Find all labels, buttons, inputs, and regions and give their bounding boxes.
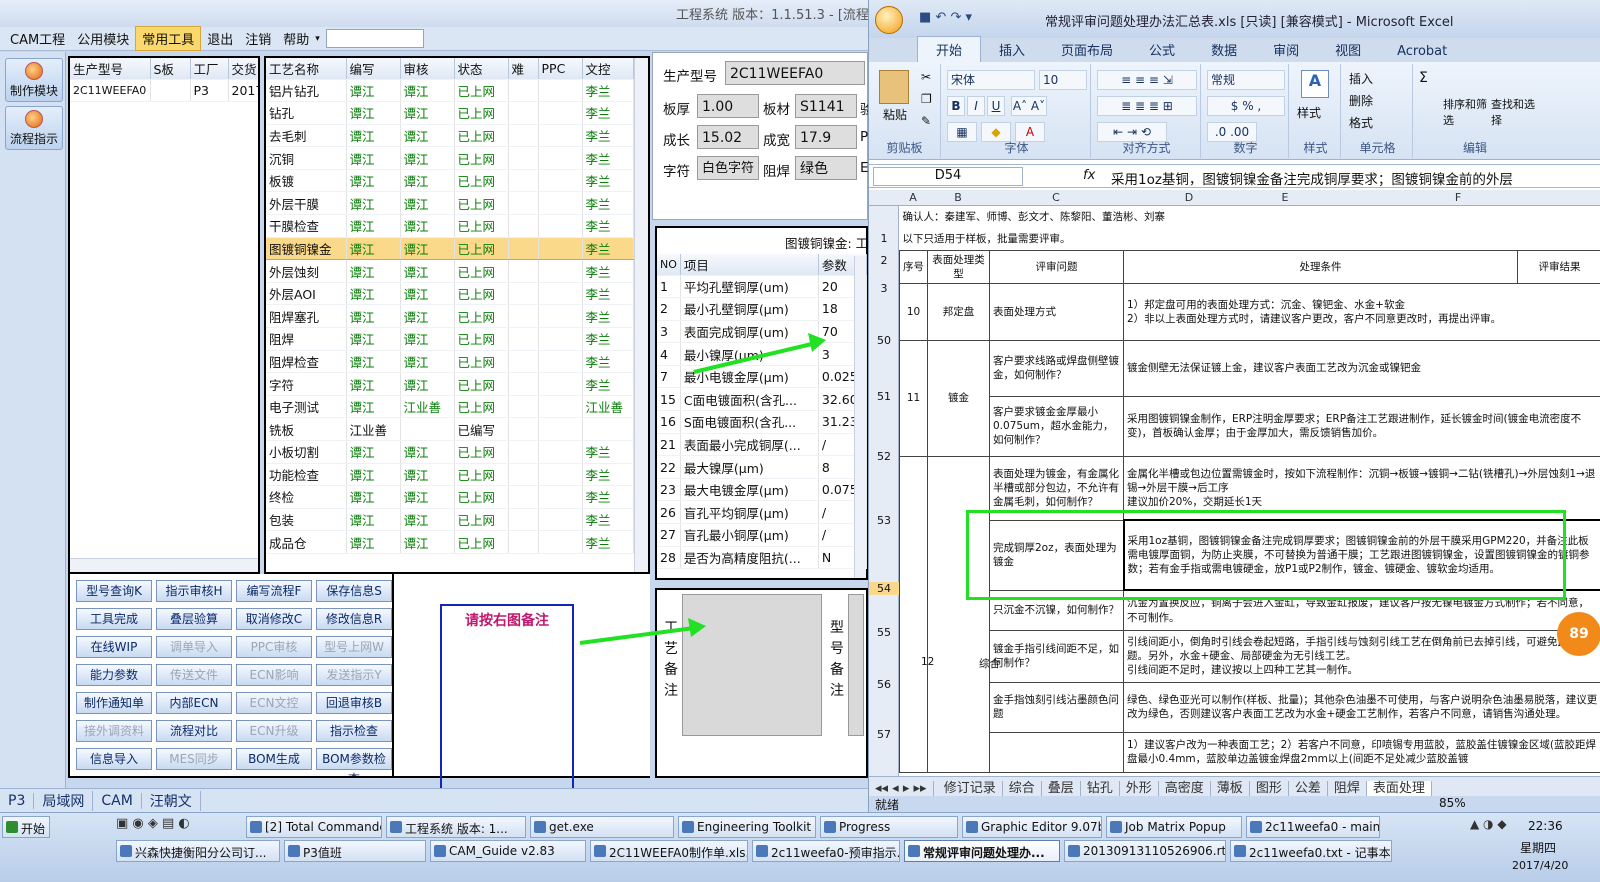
taskbar-button[interactable]: 兴森快捷衡阳分公司订...	[116, 840, 280, 862]
app-icon	[682, 821, 694, 833]
taskbar-label: Engineering Toolkit 9....	[697, 820, 815, 834]
taskbar-label: [2] Total Commander ...	[265, 820, 381, 834]
taskbar-button[interactable]: 2c11weefa0 - main_qa	[1246, 816, 1380, 838]
taskbar-label: CAM_Guide v2.83	[449, 844, 555, 858]
taskbar-label: 2C11WEEFA0制作单.xls...	[609, 846, 748, 860]
taskbar-label: Graphic Editor 9.07b2...	[981, 820, 1101, 834]
taskbar-button[interactable]: 2c11weefa0.txt - 记事本	[1230, 840, 1392, 862]
start-label: 开始	[21, 822, 46, 836]
clock-day: 星期四	[1520, 841, 1557, 855]
app-icon	[1234, 845, 1246, 857]
tray-icons[interactable]: ▲ ◑ ◆	[1470, 817, 1507, 831]
taskbar-label: 兴森快捷衡阳分公司订...	[135, 846, 267, 860]
taskbar-button[interactable]: Graphic Editor 9.07b2...	[962, 816, 1102, 838]
app-icon	[120, 845, 132, 857]
app-icon	[1110, 821, 1122, 833]
arrow-to-note	[579, 618, 706, 645]
taskbar-label: 2c11weefa0 - main_qa	[1265, 820, 1380, 834]
start-button[interactable]: 开始	[2, 816, 50, 838]
taskbar-label: 工程系统 版本: 1...	[405, 822, 508, 836]
taskbar-button[interactable]: P3值班	[284, 840, 426, 862]
app-icon	[390, 821, 402, 833]
app-icon	[594, 845, 606, 857]
app-icon	[756, 845, 768, 857]
taskbar-button[interactable]: 工程系统 版本: 1...	[386, 816, 526, 838]
taskbar: 开始 ▣ ◉ ◈ ▤ ◐ ▲ ◑ ◆ 22:36 星期四 2017/4/20 […	[0, 812, 1600, 882]
taskbar-button[interactable]: Engineering Toolkit 9....	[678, 816, 816, 838]
taskbar-button[interactable]: get.exe	[530, 816, 674, 838]
taskbar-label: 常规评审问题处理办...	[923, 846, 1045, 860]
arrow-to-param	[693, 333, 826, 374]
taskbar-label: 20130913110526906.rtf...	[1083, 844, 1226, 858]
taskbar-label: Progress	[839, 820, 891, 834]
taskbar-button[interactable]: Progress	[820, 816, 958, 838]
taskbar-label: get.exe	[549, 820, 594, 834]
app-icon	[1250, 821, 1262, 833]
annotation-arrows	[579, 333, 826, 645]
app-icon	[288, 845, 300, 857]
taskbar-button[interactable]: CAM_Guide v2.83	[430, 840, 586, 862]
taskbar-button[interactable]: Job Matrix Popup	[1106, 816, 1242, 838]
app-icon	[1068, 845, 1080, 857]
app-icon	[250, 821, 262, 833]
taskbar-label: P3值班	[303, 846, 342, 860]
app-icon	[966, 821, 978, 833]
app-icon	[908, 845, 920, 857]
app-icon	[824, 821, 836, 833]
clock-date: 2017/4/20	[1512, 859, 1569, 872]
taskbar-button[interactable]: 常规评审问题处理办...	[904, 840, 1060, 862]
taskbar-label: 2c11weefa0-预审指示...	[771, 846, 900, 860]
taskbar-button[interactable]: 2C11WEEFA0制作单.xls...	[590, 840, 748, 862]
clock-time: 22:36	[1528, 819, 1563, 833]
taskbar-button[interactable]: [2] Total Commander ...	[246, 816, 382, 838]
taskbar-label: 2c11weefa0.txt - 记事本	[1249, 846, 1391, 860]
windows-icon	[6, 821, 18, 833]
app-icon	[534, 821, 546, 833]
taskbar-button[interactable]: 2c11weefa0-预审指示...	[752, 840, 900, 862]
taskbar-label: Job Matrix Popup	[1125, 820, 1226, 834]
quicklaunch-icons[interactable]: ▣ ◉ ◈ ▤ ◐	[116, 816, 190, 831]
taskbar-button[interactable]: 20130913110526906.rtf...	[1064, 840, 1226, 862]
app-icon	[434, 845, 446, 857]
